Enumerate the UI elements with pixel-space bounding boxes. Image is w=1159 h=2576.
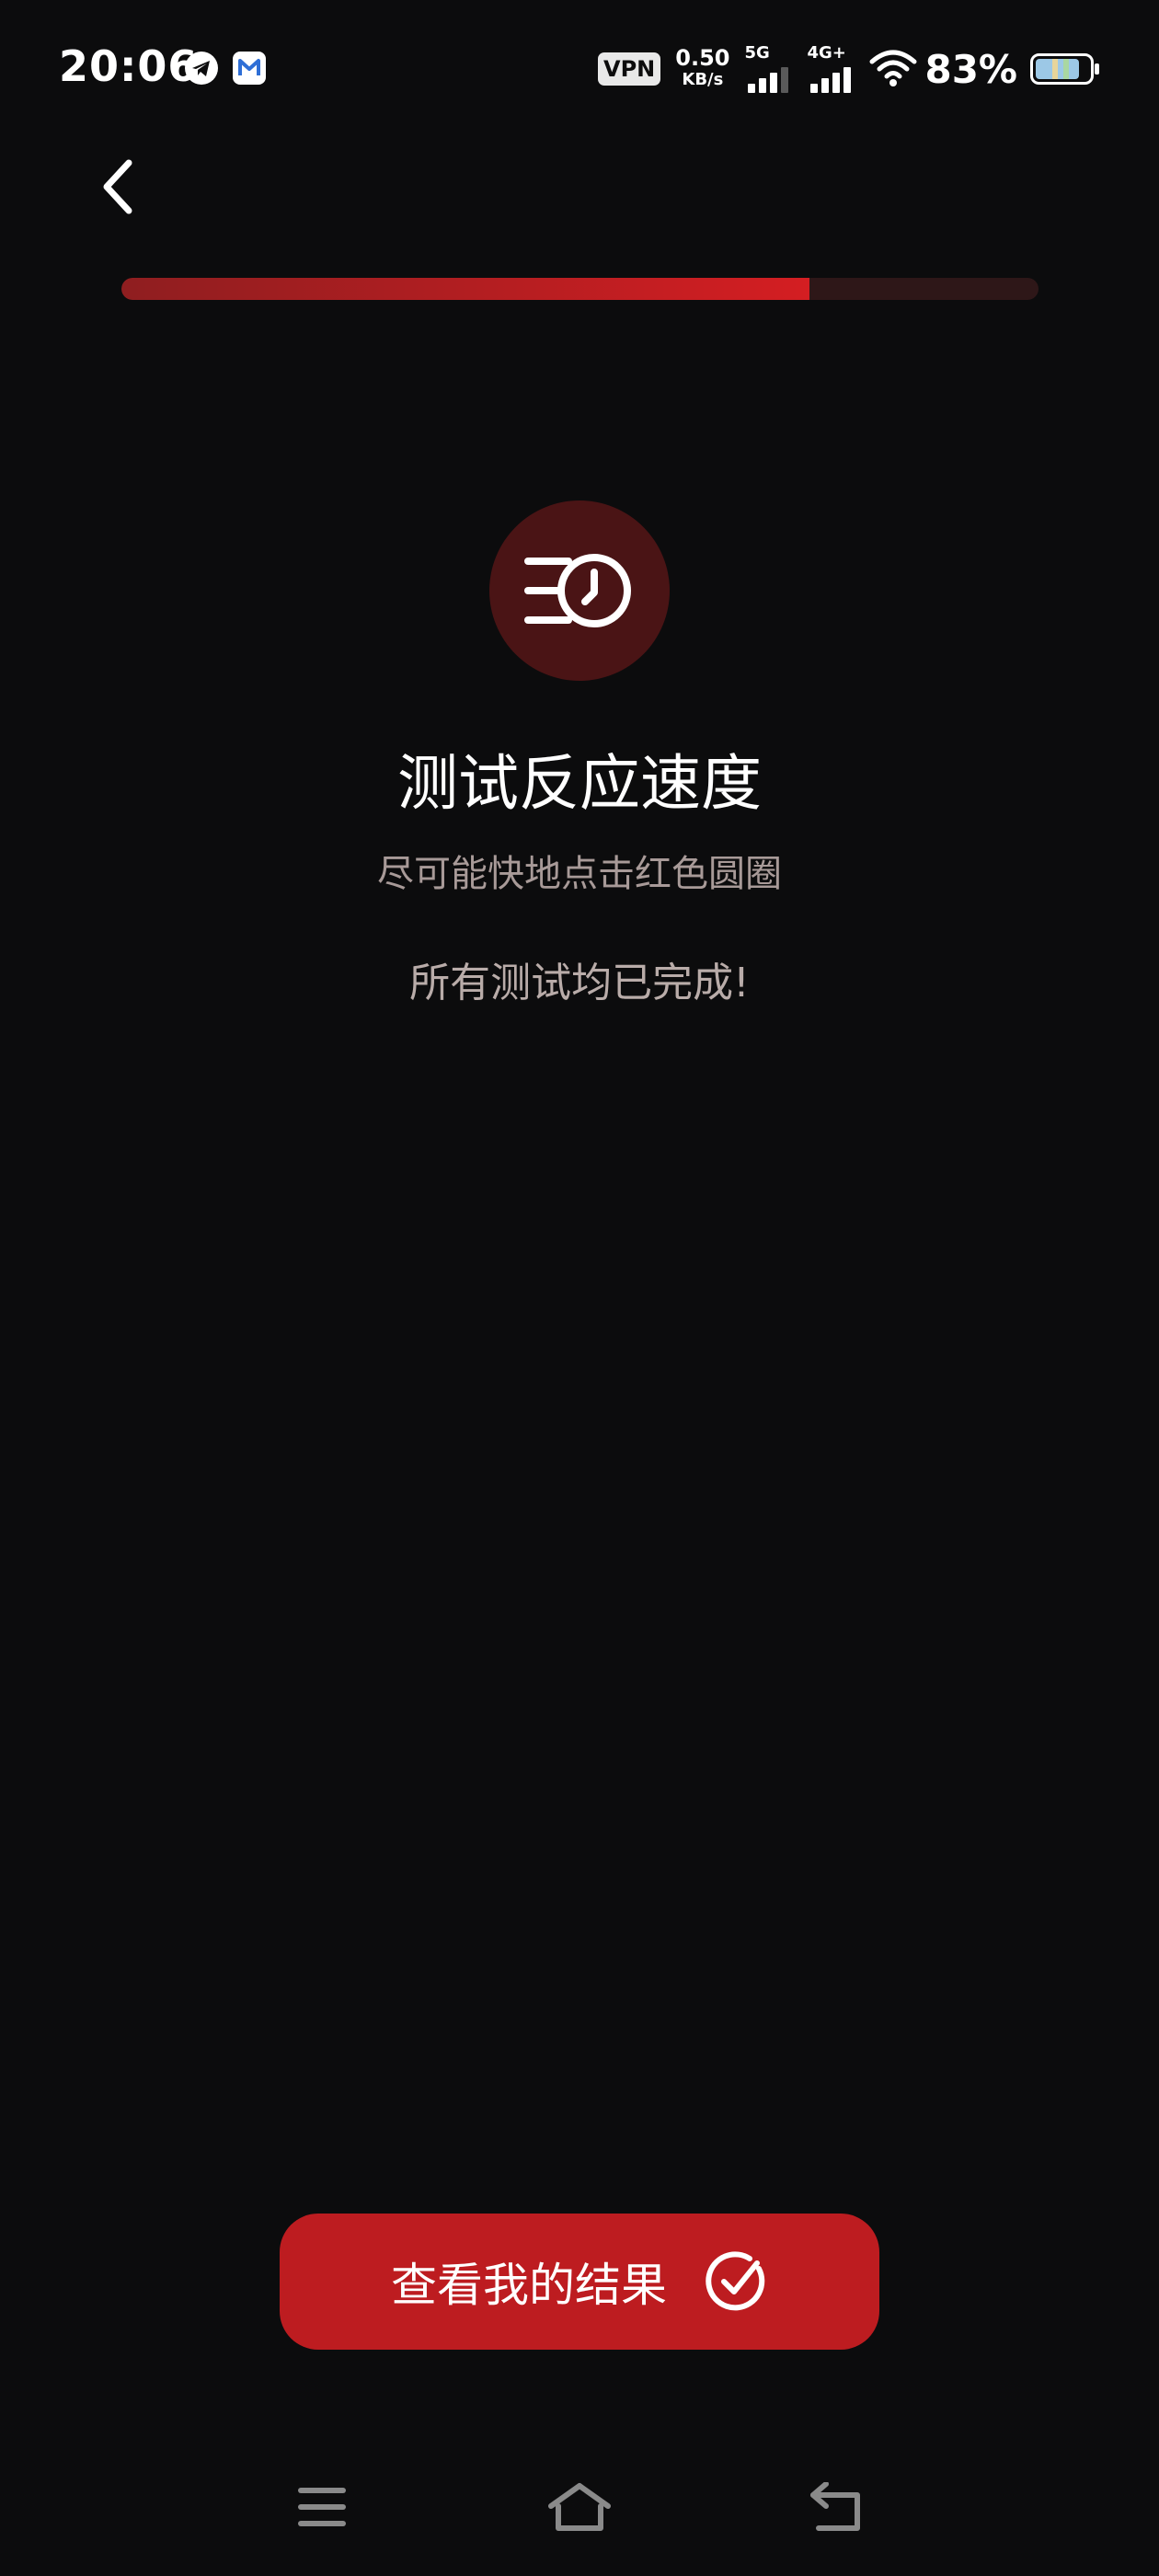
network-speed-unit: KB/s: [682, 70, 724, 89]
completion-message: 所有测试均已完成!: [409, 960, 750, 1006]
sim2-network-type: 4G+: [807, 43, 846, 63]
battery-icon: [1030, 53, 1099, 85]
check-circle-icon: [706, 2251, 765, 2311]
wifi-icon: [869, 50, 917, 86]
view-results-button[interactable]: 查看我的结果: [280, 2214, 879, 2350]
back-button[interactable]: [85, 145, 151, 228]
sim2-signal: 4G+: [807, 45, 856, 93]
speed-clock-icon: [524, 554, 631, 627]
mail-icon: [233, 52, 266, 85]
progress-fill: [121, 278, 809, 300]
battery-percent: 83%: [924, 46, 1017, 92]
telegram-icon: [185, 52, 218, 85]
nav-menu-button[interactable]: [281, 2466, 363, 2548]
status-bar: 20:06 VPN 0.50 KB/s 5G 4G+ 83%: [0, 0, 1159, 138]
vpn-badge: VPN: [598, 52, 661, 86]
page-subtitle: 尽可能快地点击红色圆圈: [377, 853, 782, 895]
status-indicators: VPN 0.50 KB/s 5G 4G+ 83%: [598, 41, 1100, 97]
home-icon: [548, 2483, 611, 2531]
chevron-left-icon: [103, 159, 132, 214]
status-time: 20:06: [59, 41, 199, 91]
sim1-network-type: 5G: [744, 43, 770, 63]
network-speed-value: 0.50: [675, 45, 730, 71]
system-nav-bar: [0, 2466, 1159, 2548]
network-speed: 0.50 KB/s: [675, 47, 729, 91]
page-title: 测试反应速度: [397, 748, 762, 819]
hero-icon-badge: [489, 500, 670, 681]
back-icon: [810, 2482, 860, 2531]
signal-bars-icon: [810, 67, 852, 93]
nav-home-button[interactable]: [538, 2466, 621, 2548]
menu-icon: [298, 2488, 346, 2526]
progress-bar: [121, 278, 1039, 300]
signal-bars-icon: [748, 67, 789, 93]
nav-back-button[interactable]: [796, 2466, 878, 2548]
view-results-label: 查看我的结果: [391, 2259, 667, 2312]
sim1-signal: 5G: [744, 45, 794, 93]
